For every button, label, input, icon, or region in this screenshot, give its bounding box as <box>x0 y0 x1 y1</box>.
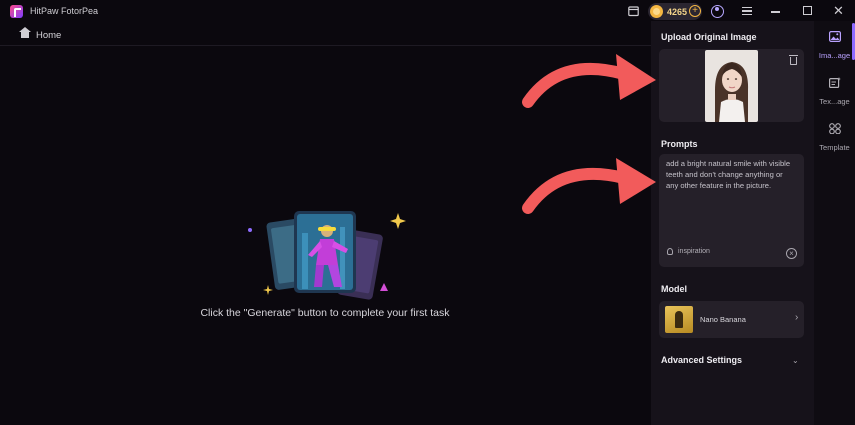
prompt-input[interactable]: add a bright natural smile with visible … <box>659 154 804 267</box>
empty-state-message: Click the "Generate" button to complete … <box>200 307 450 319</box>
prompt-text[interactable]: add a bright natural smile with visible … <box>666 158 796 191</box>
nav-divider <box>0 45 651 46</box>
inspiration-label: inspiration <box>678 248 710 255</box>
upload-title: Upload Original Image <box>661 32 757 42</box>
advanced-settings-toggle[interactable]: Advanced Settings <box>661 355 742 365</box>
model-thumbnail <box>665 306 693 333</box>
text-image-icon <box>828 77 841 89</box>
app-logo-icon <box>10 5 23 18</box>
home-label: Home <box>36 29 62 41</box>
model-title: Model <box>661 284 687 294</box>
user-icon[interactable] <box>711 5 724 18</box>
coin-icon <box>650 5 663 18</box>
settings-panel: Upload Original Image Prompts add a brig… <box>651 21 814 425</box>
template-icon <box>828 123 841 135</box>
model-selector[interactable]: Nano Banana › <box>659 301 804 338</box>
rail-item-template[interactable]: Template <box>814 121 855 152</box>
clear-prompt-icon[interactable]: × <box>786 248 797 259</box>
empty-state-illustration <box>248 211 406 300</box>
delete-image-icon[interactable] <box>789 55 798 65</box>
model-name: Nano Banana <box>700 315 746 324</box>
lightbulb-icon <box>667 248 673 255</box>
close-icon[interactable]: ✕ <box>833 4 844 18</box>
screen-icon[interactable] <box>628 6 639 17</box>
annotation-arrow-prompt <box>522 158 656 214</box>
home-icon <box>19 26 31 40</box>
app-title: HitPaw FotorPea <box>30 6 99 16</box>
rail-item-text-to-image[interactable]: Tex...age <box>814 75 855 106</box>
add-coins-icon[interactable]: + <box>689 5 701 17</box>
rail-label-text: Tex...age <box>819 97 850 106</box>
rail-label-template: Template <box>819 143 850 152</box>
minimize-icon[interactable] <box>771 11 780 13</box>
rail-item-image-to-image[interactable]: Ima...age <box>814 29 855 60</box>
home-nav[interactable]: Home <box>19 26 62 42</box>
rail-label-image: Ima...age <box>818 51 851 60</box>
image-icon <box>828 31 841 43</box>
annotation-arrow-upload <box>522 54 656 108</box>
menu-icon[interactable] <box>742 7 752 15</box>
restore-icon[interactable] <box>803 6 812 15</box>
coin-count: 4265 <box>667 6 688 17</box>
chevron-down-icon[interactable]: ⌄ <box>792 356 799 365</box>
tool-rail: Ima...age Tex...age Template <box>814 21 855 425</box>
inspiration-button[interactable]: inspiration <box>667 248 710 255</box>
uploaded-image-thumbnail[interactable] <box>705 50 758 122</box>
upload-card[interactable] <box>659 49 804 122</box>
prompts-title: Prompts <box>661 139 698 149</box>
chevron-right-icon: › <box>795 312 799 323</box>
